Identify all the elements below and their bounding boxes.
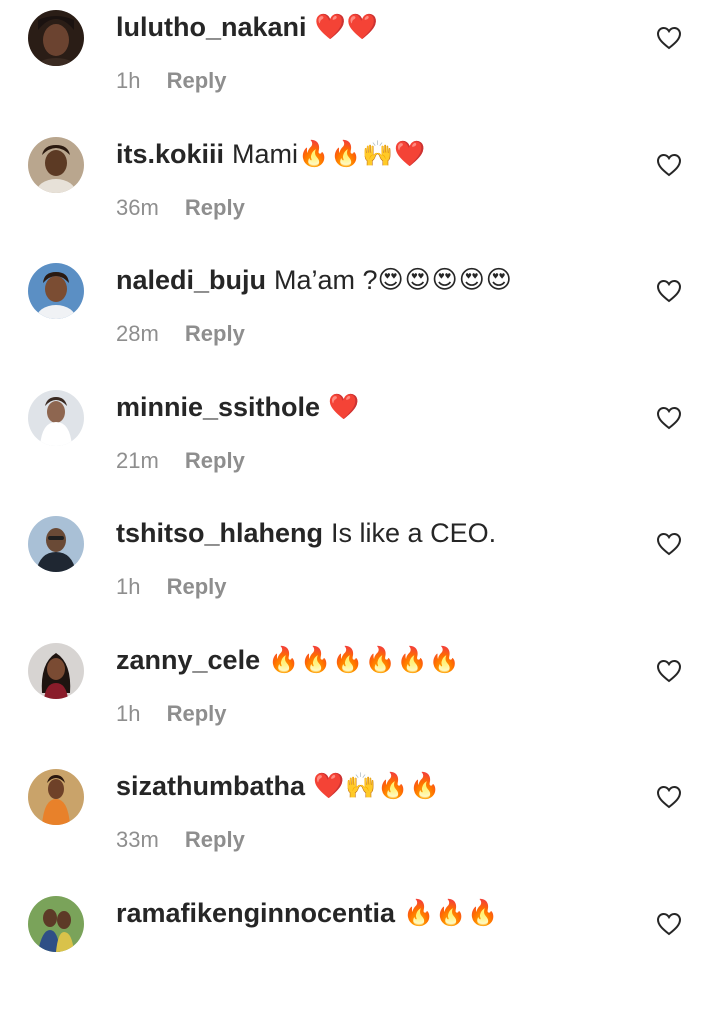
comment-username[interactable]: zanny_cele — [116, 643, 260, 677]
comment-list: lulutho_nakani ❤️❤️ 1h Reply its.kokiii … — [0, 0, 720, 1012]
comment-username[interactable]: sizathumbatha — [116, 769, 305, 803]
heart-outline-icon — [656, 279, 682, 303]
comment-item: ramafikenginnocentia 🔥🔥🔥 — [0, 886, 720, 1012]
like-button[interactable] — [656, 406, 682, 430]
comment-item: sizathumbatha ❤️🙌🔥🔥 33m Reply — [0, 759, 720, 886]
comment-item: naledi_buju Ma’am ? 😍😍😍😍😍 28m Reply — [0, 253, 720, 380]
heart-outline-icon — [656, 912, 682, 936]
comment-line: naledi_buju Ma’am ? 😍😍😍😍😍 — [116, 263, 513, 297]
avatar[interactable] — [28, 137, 84, 193]
comment-emoji: 😍😍😍😍😍 — [378, 263, 513, 297]
heart-outline-icon — [656, 153, 682, 177]
heart-outline-icon — [656, 785, 682, 809]
reply-button[interactable]: Reply — [185, 827, 245, 852]
comment-time: 1h — [116, 701, 140, 726]
comment-emoji: 🔥🔥🔥🔥🔥🔥 — [268, 643, 461, 677]
comment-meta: 1h Reply — [116, 66, 227, 96]
like-button[interactable] — [656, 785, 682, 809]
comment-item: minnie_ssithole ❤️ 21m Reply — [0, 380, 720, 507]
reply-button[interactable]: Reply — [185, 448, 245, 473]
comment-username[interactable]: lulutho_nakani — [116, 10, 307, 44]
like-button[interactable] — [656, 153, 682, 177]
comment-meta: 1h Reply — [116, 699, 227, 729]
comment-line: tshitso_hlaheng Is like a CEO. — [116, 516, 496, 550]
comment-line: minnie_ssithole ❤️ — [116, 390, 360, 424]
comment-line: sizathumbatha ❤️🙌🔥🔥 — [116, 769, 442, 803]
avatar[interactable] — [28, 643, 84, 699]
comment-meta: 21m Reply — [116, 446, 245, 476]
comment-emoji: 🔥🔥🙌❤️ — [298, 137, 427, 171]
heart-outline-icon — [656, 26, 682, 50]
comment-line: zanny_cele 🔥🔥🔥🔥🔥🔥 — [116, 643, 461, 677]
comment-time: 28m — [116, 321, 159, 346]
avatar[interactable] — [28, 516, 84, 572]
avatar[interactable] — [28, 896, 84, 952]
comment-meta: 1h Reply — [116, 572, 227, 602]
comment-text: Ma’am ? — [274, 263, 378, 297]
comment-emoji: 🔥🔥🔥 — [403, 896, 499, 930]
comment-line: its.kokiii Mami 🔥🔥🙌❤️ — [116, 137, 427, 171]
like-button[interactable] — [656, 532, 682, 556]
like-button[interactable] — [656, 279, 682, 303]
like-button[interactable] — [656, 659, 682, 683]
heart-outline-icon — [656, 659, 682, 683]
comment-time: 1h — [116, 68, 140, 93]
comment-emoji: ❤️🙌🔥🔥 — [313, 769, 442, 803]
comment-line: lulutho_nakani ❤️❤️ — [116, 10, 379, 44]
comment-time: 21m — [116, 448, 159, 473]
reply-button[interactable]: Reply — [167, 574, 227, 599]
comment-item: lulutho_nakani ❤️❤️ 1h Reply — [0, 0, 720, 127]
reply-button[interactable]: Reply — [167, 701, 227, 726]
comment-emoji: ❤️ — [328, 390, 360, 424]
avatar[interactable] — [28, 390, 84, 446]
comment-time: 36m — [116, 195, 159, 220]
like-button[interactable] — [656, 912, 682, 936]
comment-item: its.kokiii Mami 🔥🔥🙌❤️ 36m Reply — [0, 127, 720, 254]
heart-outline-icon — [656, 406, 682, 430]
comment-meta: 36m Reply — [116, 193, 245, 223]
comment-username[interactable]: naledi_buju — [116, 263, 266, 297]
comment-item: tshitso_hlaheng Is like a CEO. 1h Reply — [0, 506, 720, 633]
comment-item: zanny_cele 🔥🔥🔥🔥🔥🔥 1h Reply — [0, 633, 720, 760]
comment-meta: 28m Reply — [116, 319, 245, 349]
comment-line: ramafikenginnocentia 🔥🔥🔥 — [116, 896, 499, 930]
comment-username[interactable]: ramafikenginnocentia — [116, 896, 395, 930]
comment-emoji: ❤️❤️ — [315, 10, 379, 44]
reply-button[interactable]: Reply — [167, 68, 227, 93]
comment-username[interactable]: its.kokiii — [116, 137, 224, 171]
comment-username[interactable]: minnie_ssithole — [116, 390, 320, 424]
comment-time: 1h — [116, 574, 140, 599]
avatar[interactable] — [28, 263, 84, 319]
comment-text: Is like a CEO. — [331, 516, 496, 550]
reply-button[interactable]: Reply — [185, 321, 245, 346]
avatar[interactable] — [28, 10, 84, 66]
comment-text: Mami — [232, 137, 298, 171]
reply-button[interactable]: Reply — [185, 195, 245, 220]
avatar[interactable] — [28, 769, 84, 825]
comment-time: 33m — [116, 827, 159, 852]
heart-outline-icon — [656, 532, 682, 556]
comment-meta: 33m Reply — [116, 825, 245, 855]
comment-username[interactable]: tshitso_hlaheng — [116, 516, 323, 550]
like-button[interactable] — [656, 26, 682, 50]
